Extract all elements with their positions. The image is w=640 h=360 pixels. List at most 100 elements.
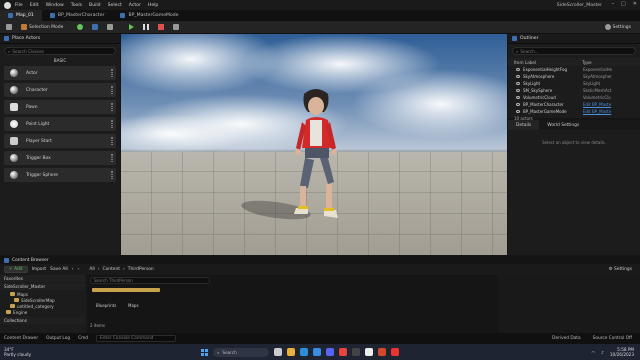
outliner-row[interactable]: VolumetricCloud VolumetricClo [508, 94, 640, 101]
drag-handle-icon[interactable] [111, 103, 113, 111]
play-button[interactable] [126, 23, 137, 32]
recorder-icon[interactable] [391, 348, 400, 356]
tree-folder[interactable]: Engine [0, 309, 85, 315]
tab-world-settings[interactable]: World Settings [539, 120, 587, 130]
minimize-icon[interactable]: – [612, 1, 615, 7]
eye-icon[interactable] [516, 82, 520, 85]
outliner-row[interactable]: SkyAtmosphere SkyAtmospher [508, 73, 640, 80]
save-button[interactable] [3, 23, 15, 32]
derived-data-button[interactable]: Derived Data [552, 336, 580, 341]
eye-icon[interactable] [516, 68, 520, 71]
breadcrumb-item[interactable]: Content [103, 267, 120, 272]
actor-item-pawn[interactable]: Pawn [4, 100, 116, 114]
menu-actor[interactable]: Actor [129, 3, 141, 8]
clock[interactable]: 5:58 PM 10/26/2023 [610, 347, 634, 357]
nav-back-icon[interactable]: ‹ [72, 267, 74, 272]
import-button[interactable]: Import [32, 267, 47, 272]
volume-icon[interactable]: ♪ [601, 350, 604, 355]
level-viewport[interactable] [121, 34, 507, 255]
menu-edit[interactable]: Edit [30, 3, 39, 8]
edit-blueprint-link[interactable]: Edit BP_Maste [583, 109, 611, 114]
unreal-taskbar-icon[interactable] [365, 348, 374, 356]
outliner-row[interactable]: BP_MasterGameMode Edit BP_Maste [508, 108, 640, 115]
col-type[interactable]: Type [582, 60, 592, 65]
menu-help[interactable]: Help [148, 3, 158, 8]
tab-details[interactable]: Details [508, 120, 540, 130]
eye-icon[interactable] [516, 96, 520, 99]
tab-bp-gamemode[interactable]: BP_MasterGameMode [112, 10, 186, 21]
source-control-button[interactable]: Source Control Off [593, 336, 632, 341]
stop-button[interactable] [155, 23, 167, 32]
actor-item-player-start[interactable]: Player Start [4, 134, 116, 148]
taskbar-search[interactable]: ⌕ Search [213, 347, 270, 357]
steam-icon[interactable] [352, 348, 361, 356]
collections-section[interactable]: Collections [0, 317, 85, 324]
eye-icon[interactable] [516, 75, 520, 78]
drag-handle-icon[interactable] [111, 171, 113, 179]
store-icon[interactable] [313, 348, 322, 356]
project-root-section[interactable]: SideScroller_Master [0, 283, 85, 290]
edit-blueprint-link[interactable]: Edit BP_Maste [583, 102, 611, 107]
settings-button[interactable]: Settings [602, 23, 634, 32]
actor-item-point-light[interactable]: Point Light [4, 117, 116, 131]
add-actor-button[interactable] [74, 23, 86, 32]
discord-icon[interactable] [326, 348, 335, 356]
eye-icon[interactable] [516, 89, 520, 92]
file-explorer-icon[interactable] [287, 348, 296, 356]
wifi-icon[interactable]: ◠ [592, 350, 596, 355]
close-icon[interactable]: ✕ [633, 1, 637, 7]
menu-tools[interactable]: Tools [71, 3, 82, 8]
mode-dropdown[interactable]: Selection Mode [18, 23, 66, 32]
asset-search-input[interactable]: Search ThirdPerson [90, 277, 210, 284]
weather-widget[interactable]: 34°F Partly cloudy [4, 347, 31, 357]
tab-map[interactable]: Map_01 [0, 10, 42, 21]
cmd-dropdown[interactable]: Cmd [78, 336, 88, 341]
light-bulb-icon [10, 120, 18, 128]
menu-select[interactable]: Select [108, 3, 122, 8]
task-view-icon[interactable] [274, 348, 283, 356]
add-button[interactable]: + Add [4, 265, 28, 273]
outliner-row[interactable]: BP_MasterCharacter Edit BP_Maste [508, 101, 640, 108]
platforms-button[interactable] [170, 23, 182, 32]
windows-start-icon[interactable] [201, 348, 209, 356]
outliner-search-input[interactable]: ⌕ Search... [512, 47, 636, 55]
drag-handle-icon[interactable] [111, 86, 113, 94]
menu-build[interactable]: Build [89, 3, 101, 8]
save-all-button[interactable]: Save All [50, 267, 68, 272]
blueprint-button[interactable] [89, 23, 101, 32]
favorites-section[interactable]: Favorites [0, 275, 85, 282]
console-input[interactable]: Enter Console Command [95, 335, 176, 342]
drag-handle-icon[interactable] [111, 137, 113, 145]
menu-window[interactable]: Window [46, 3, 64, 8]
nav-forward-icon[interactable]: › [78, 267, 80, 272]
search-classes-input[interactable]: ⌕ Search Classes [4, 47, 116, 55]
outliner-row[interactable]: ExponentialHeightFog ExponentialHe [508, 66, 640, 73]
actor-item-trigger-box[interactable]: Trigger Box [4, 151, 116, 165]
drag-handle-icon[interactable] [111, 154, 113, 162]
drag-handle-icon[interactable] [111, 69, 113, 77]
edge-icon[interactable] [300, 348, 309, 356]
output-log-button[interactable]: Output Log [46, 336, 70, 341]
breadcrumb-item[interactable]: ThirdPerson [128, 267, 154, 272]
tab-bp-character[interactable]: BP_MasterCharacter [42, 10, 113, 21]
app-icon[interactable] [378, 348, 387, 356]
outliner-row[interactable]: SM_SkySphere StaticMeshAct [508, 87, 640, 94]
pause-button[interactable] [140, 23, 152, 32]
outliner-row[interactable]: SkyLight SkyLight [508, 80, 640, 87]
maximize-icon[interactable]: □ [621, 1, 626, 7]
col-item-label[interactable]: Item Label [514, 60, 582, 65]
breadcrumb-item[interactable]: All [89, 267, 94, 272]
actor-item-actor[interactable]: Actor [4, 66, 116, 80]
chrome-icon[interactable] [339, 348, 348, 356]
menu-file[interactable]: File [15, 3, 23, 8]
actor-item-trigger-sphere[interactable]: Trigger Sphere [4, 168, 116, 182]
drag-handle-icon[interactable] [111, 120, 113, 128]
place-actors-header: Place Actors [0, 34, 120, 44]
cb-settings-button[interactable]: ⚙ Settings [609, 267, 632, 272]
eye-icon[interactable] [516, 103, 520, 106]
content-drawer-button[interactable]: Content Drawer [4, 336, 38, 341]
actor-item-character[interactable]: Character [4, 83, 116, 97]
folder-tile-maps[interactable] [122, 288, 160, 292]
cinematics-button[interactable] [104, 23, 116, 32]
eye-icon[interactable] [516, 110, 520, 113]
